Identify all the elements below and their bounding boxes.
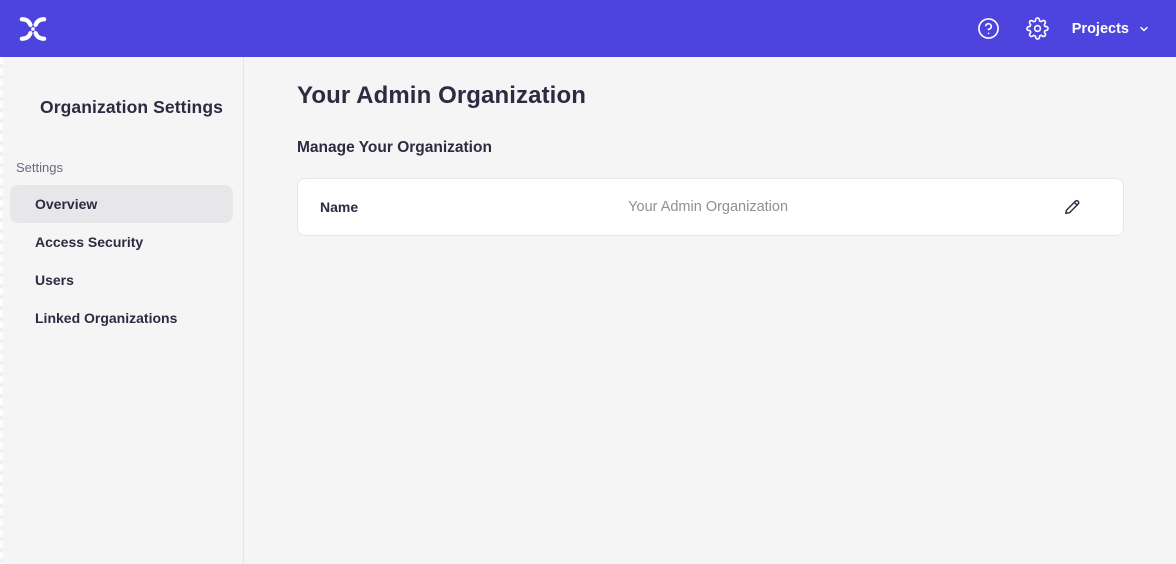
chevron-down-icon	[1138, 23, 1150, 35]
sidebar-item-linked-organizations[interactable]: Linked Organizations	[10, 299, 233, 337]
name-field-label: Name	[298, 199, 358, 215]
sidebar-item-label: Users	[35, 272, 74, 288]
sidebar-section-label: Settings	[0, 160, 243, 175]
sidebar-item-label: Linked Organizations	[35, 310, 177, 326]
page-title: Your Admin Organization	[297, 81, 1124, 111]
pencil-icon[interactable]	[1061, 196, 1083, 218]
section-title: Manage Your Organization	[297, 139, 1124, 157]
brand-x-logo-icon[interactable]	[16, 14, 50, 44]
sidebar-item-access-security[interactable]: Access Security	[10, 223, 233, 261]
sidebar-item-users[interactable]: Users	[10, 261, 233, 299]
sidebar-nav: Overview Access Security Users Linked Or…	[0, 185, 243, 337]
sidebar: Organization Settings Settings Overview …	[0, 57, 244, 564]
topbar: Projects	[0, 0, 1176, 57]
help-circle-icon[interactable]	[977, 17, 1001, 41]
app-shell: Organization Settings Settings Overview …	[0, 57, 1176, 564]
sidebar-item-overview[interactable]: Overview	[10, 185, 233, 223]
sidebar-edge-decoration	[0, 57, 3, 564]
organization-name-value: Your Admin Organization	[628, 199, 788, 215]
topbar-actions: Projects	[977, 17, 1150, 41]
sidebar-title: Organization Settings	[0, 97, 243, 118]
sidebar-item-label: Overview	[35, 196, 97, 212]
projects-dropdown[interactable]: Projects	[1072, 21, 1150, 37]
organization-name-card: Name Your Admin Organization	[297, 178, 1124, 236]
main-content: Your Admin Organization Manage Your Orga…	[244, 57, 1176, 564]
projects-label: Projects	[1072, 21, 1129, 37]
gear-icon[interactable]	[1026, 17, 1050, 41]
sidebar-item-label: Access Security	[35, 234, 143, 250]
